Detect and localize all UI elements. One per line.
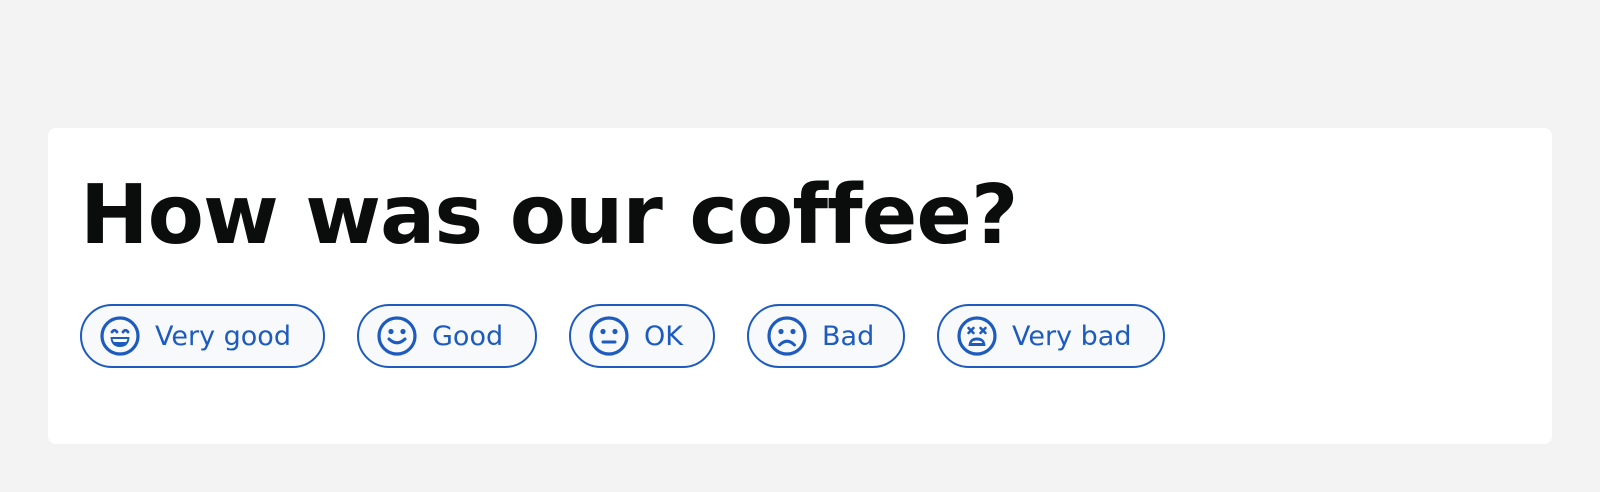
rating-option-label: Very bad — [1012, 320, 1132, 352]
rating-bad-button[interactable]: Bad — [747, 304, 905, 368]
rating-ok-button[interactable]: OK — [569, 304, 715, 368]
grin-icon — [99, 315, 141, 357]
frown-icon — [766, 315, 808, 357]
rating-options: Very good Good OK Bad Very bad — [80, 304, 1165, 368]
smile-icon — [376, 315, 418, 357]
rating-option-label: Good — [432, 320, 504, 352]
dizzy-face-icon — [956, 315, 998, 357]
feedback-card: How was our coffee? Very good Good OK Ba… — [48, 128, 1552, 444]
page-title: How was our coffee? — [80, 168, 1018, 263]
rating-option-label: Very good — [155, 320, 291, 352]
rating-good-button[interactable]: Good — [357, 304, 537, 368]
neutral-face-icon — [588, 315, 630, 357]
rating-option-label: Bad — [822, 320, 875, 352]
rating-very-bad-button[interactable]: Very bad — [937, 304, 1165, 368]
rating-option-label: OK — [644, 320, 683, 352]
rating-very-good-button[interactable]: Very good — [80, 304, 325, 368]
